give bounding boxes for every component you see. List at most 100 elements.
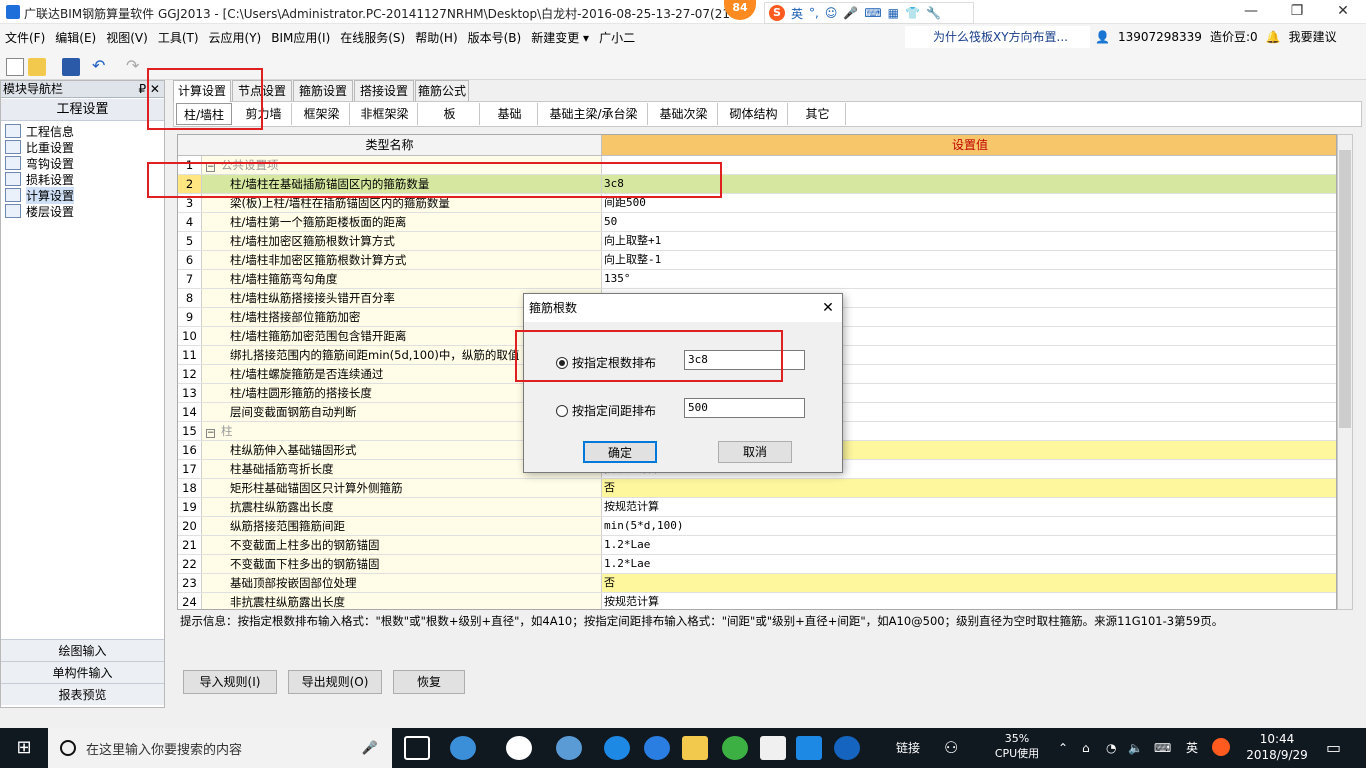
tree-item-calc-settings[interactable]: 计算设置 — [5, 186, 160, 204]
tray-lang[interactable]: 英 — [1186, 728, 1198, 768]
row-value[interactable]: 按规范计算 — [602, 593, 1336, 609]
keyboard-tray-icon[interactable]: ⌨ — [1154, 728, 1171, 768]
row-value[interactable]: 135° — [602, 270, 1336, 288]
tab-lap-settings[interactable]: 搭接设置 — [354, 80, 414, 102]
fan-app-icon[interactable] — [450, 736, 476, 760]
subtab-foundation[interactable]: 基础 — [482, 103, 538, 125]
row-value[interactable]: 50 — [602, 213, 1336, 231]
subtab-masonry[interactable]: 砌体结构 — [720, 103, 788, 125]
table-row[interactable]: 24 非抗震柱纵筋露出长度 按规范计算 — [178, 593, 1336, 609]
menu-new-change[interactable]: 新建变更 ▾ — [526, 29, 594, 46]
row-value[interactable]: min(5*d,100) — [602, 517, 1336, 535]
action-center-icon[interactable]: ▭ — [1326, 728, 1341, 768]
import-rules-button[interactable]: 导入规则(I) — [183, 670, 277, 694]
table-row[interactable]: 20 纵筋搭接范围箍筋间距 min(5*d,100) — [178, 517, 1336, 536]
row-value[interactable]: 1.2*Lae — [602, 536, 1336, 554]
export-rules-button[interactable]: 导出规则(O) — [288, 670, 382, 694]
subtab-nonframe-beam[interactable]: 非框架梁 — [352, 103, 418, 125]
people-icon[interactable]: ⚇ — [944, 728, 958, 768]
table-row[interactable]: 6 柱/墙柱非加密区箍筋根数计算方式 向上取整-1 — [178, 251, 1336, 270]
new-file-icon[interactable] — [6, 58, 24, 76]
row-value[interactable]: 1.2*Lae — [602, 555, 1336, 573]
close-button[interactable]: ✕ — [1320, 0, 1366, 24]
minimize-button[interactable]: — — [1228, 0, 1274, 24]
table-row[interactable]: 19 抗震柱纵筋露出长度 按规范计算 — [178, 498, 1336, 517]
mail-icon[interactable] — [760, 736, 786, 760]
tab-stirrup-settings[interactable]: 箍筋设置 — [293, 80, 353, 102]
menu-file[interactable]: 文件(F) — [0, 29, 50, 46]
ie-old-icon[interactable] — [506, 736, 532, 760]
user-phone[interactable]: 13907298339 — [1118, 30, 1202, 44]
ime-lang[interactable]: 英 — [791, 5, 803, 22]
menu-edit[interactable]: 编辑(E) — [50, 29, 101, 46]
collapse-icon[interactable]: − — [206, 429, 215, 438]
tray-chevron-icon[interactable]: ⌃ — [1058, 728, 1068, 768]
cortana-icon[interactable] — [60, 740, 76, 756]
tree-item-project-info[interactable]: 工程信息 — [5, 123, 160, 139]
maximize-button[interactable]: ❐ — [1274, 0, 1320, 24]
wifi-icon[interactable]: ◔ — [1106, 728, 1116, 768]
360-browser-icon[interactable] — [722, 736, 748, 760]
subtab-foundation-main-beam[interactable]: 基础主梁/承台梁 — [540, 103, 648, 125]
tip-link[interactable]: 为什么筏板XY方向布置... — [905, 26, 1090, 48]
table-row[interactable]: 23 基础顶部按嵌固部位处理否 — [178, 574, 1336, 593]
ime-punct-icon[interactable]: °, — [809, 6, 819, 20]
row-value[interactable]: 按规范计算 — [602, 498, 1336, 516]
glodon-icon[interactable] — [796, 736, 822, 760]
option-by-spacing[interactable]: 按指定间距排布 — [556, 402, 656, 419]
volume-icon[interactable]: 🔈 — [1128, 728, 1143, 768]
grid-scroll-thumb[interactable] — [1339, 150, 1351, 428]
taskbar-search[interactable]: 在这里输入你要搜索的内容 🎤 — [48, 728, 392, 768]
browser-icon[interactable] — [556, 736, 582, 760]
subtab-foundation-secondary-beam[interactable]: 基础次梁 — [650, 103, 718, 125]
menu-version[interactable]: 版本号(B) — [463, 29, 527, 46]
ggj-app-icon[interactable] — [834, 736, 860, 760]
tab-stirrup-formula[interactable]: 箍筋公式 — [415, 80, 469, 102]
network-icon[interactable]: ⌂ — [1082, 728, 1090, 768]
user-icon[interactable]: 👤 — [1095, 30, 1110, 44]
ie-icon[interactable] — [644, 736, 670, 760]
sogou-tray-icon[interactable] — [1212, 738, 1230, 756]
table-row[interactable]: 22 不变截面下柱多出的钢筋锚固 1.2*Lae — [178, 555, 1336, 574]
emoji-icon[interactable]: ☺ — [825, 6, 838, 20]
tshirt-icon[interactable]: 👕 — [905, 6, 920, 20]
subtab-frame-beam[interactable]: 框架梁 — [294, 103, 350, 125]
table-row[interactable]: 4 柱/墙柱第一个箍筋距楼板面的距离 50 — [178, 213, 1336, 232]
save-icon[interactable] — [62, 58, 80, 76]
nav-single-component[interactable]: 单构件输入 — [1, 661, 164, 683]
mic-taskbar-icon[interactable]: 🎤 — [362, 741, 378, 756]
restore-button[interactable]: 恢复 — [393, 670, 465, 694]
tree-item-loss[interactable]: 损耗设置 — [5, 171, 160, 187]
dialog-cancel-button[interactable]: 取消 — [718, 441, 792, 463]
menu-help[interactable]: 帮助(H) — [410, 29, 462, 46]
cpu-monitor[interactable]: 35% CPU使用 — [990, 731, 1044, 761]
task-view-icon[interactable] — [404, 736, 430, 760]
tree-item-hook[interactable]: 弯钩设置 — [5, 155, 160, 171]
row-value[interactable]: 否 — [602, 574, 1336, 592]
nav-report-preview[interactable]: 报表预览 — [1, 683, 164, 705]
edge-icon[interactable] — [604, 736, 630, 760]
nav-drawing-input[interactable]: 绘图输入 — [1, 639, 164, 661]
row-value[interactable]: 向上取整-1 — [602, 251, 1336, 269]
undo-icon[interactable]: ↶ — [92, 56, 105, 75]
tree-item-floor[interactable]: 楼层设置 — [5, 203, 160, 219]
subtab-other[interactable]: 其它 — [790, 103, 846, 125]
row-value[interactable]: 否 — [602, 479, 1336, 497]
table-row[interactable]: 7 柱/墙柱箍筋弯勾角度 135° — [178, 270, 1336, 289]
menu-tools[interactable]: 工具(T) — [153, 29, 204, 46]
bell-icon[interactable]: 🔔 — [1266, 30, 1281, 44]
dialog-ok-button[interactable]: 确定 — [583, 441, 657, 463]
row-value[interactable]: 向上取整+1 — [602, 232, 1336, 250]
menu-view[interactable]: 视图(V) — [101, 29, 153, 46]
menu-cloud[interactable]: 云应用(Y) — [204, 29, 267, 46]
sogou-icon[interactable]: S — [769, 5, 785, 21]
menu-bim[interactable]: BIM应用(I) — [266, 29, 335, 46]
table-row[interactable]: 18 矩形柱基础锚固区只计算外侧箍筋否 — [178, 479, 1336, 498]
tree-item-density[interactable]: 比重设置 — [5, 139, 160, 155]
points-label[interactable]: 造价豆:0 — [1210, 28, 1258, 45]
keyboard-icon[interactable]: ⌨ — [864, 6, 881, 20]
open-folder-icon[interactable] — [28, 58, 46, 76]
table-row[interactable]: 5 柱/墙柱加密区箍筋根数计算方式 向上取整+1 — [178, 232, 1336, 251]
table-row[interactable]: 21 不变截面上柱多出的钢筋锚固 1.2*Lae — [178, 536, 1336, 555]
file-explorer-icon[interactable] — [682, 736, 708, 760]
